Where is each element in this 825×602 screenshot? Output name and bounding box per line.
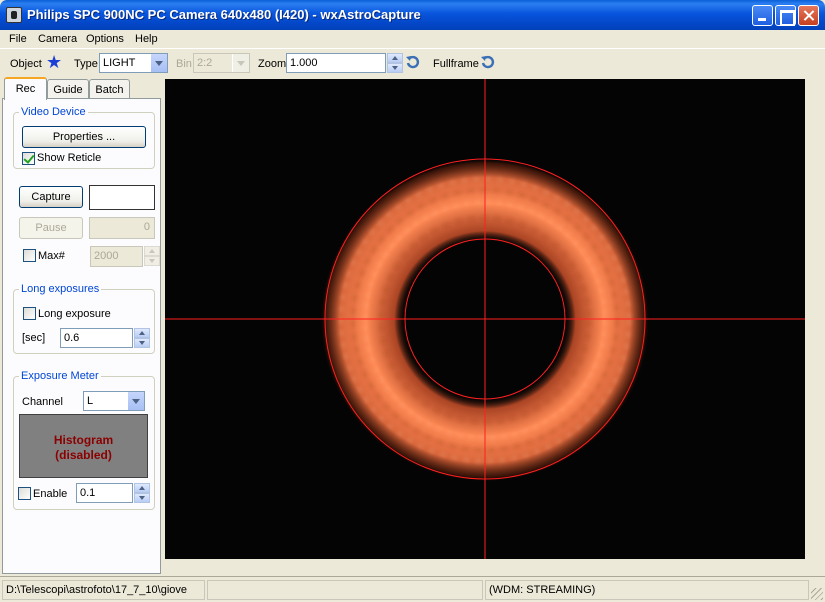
sec-spinner[interactable] xyxy=(134,328,150,348)
long-exposure-checkbox[interactable] xyxy=(23,307,36,320)
max-input[interactable]: 2000 xyxy=(90,246,143,267)
enable-spinner[interactable] xyxy=(134,483,150,503)
long-exposure-label: Long exposure xyxy=(38,308,111,320)
chevron-down-icon[interactable] xyxy=(232,54,249,72)
fullframe-label: Fullframe xyxy=(433,58,479,70)
sec-input[interactable]: 0.6 xyxy=(60,328,133,348)
bin-label: Bin xyxy=(176,58,192,70)
tab-guide[interactable]: Guide xyxy=(47,79,89,99)
bin-select[interactable]: 2:2 xyxy=(193,53,250,73)
right-margin xyxy=(805,79,821,575)
max-spinner[interactable] xyxy=(144,246,160,266)
camera-app-icon[interactable] xyxy=(6,7,22,23)
app-window: Philips SPC 900NC PC Camera 640x480 (I42… xyxy=(0,0,825,602)
chevron-down-icon[interactable] xyxy=(150,54,167,72)
menu-options[interactable]: Options xyxy=(86,33,124,45)
type-label: Type xyxy=(74,58,98,70)
resize-grip-icon[interactable] xyxy=(811,588,823,600)
exposure-meter-title: Exposure Meter xyxy=(19,370,101,382)
type-select[interactable]: LIGHT xyxy=(99,53,168,73)
show-reticle-label: Show Reticle xyxy=(37,152,102,164)
window-title: Philips SPC 900NC PC Camera 640x480 (I42… xyxy=(27,7,421,22)
spin-up-icon[interactable] xyxy=(134,483,150,493)
spin-up-icon[interactable] xyxy=(387,53,403,63)
status-path: D:\Telescopi\astrofoto\17_7_10\giove xyxy=(2,580,205,600)
channel-select-value: L xyxy=(87,395,94,407)
title-bar[interactable]: Philips SPC 900NC PC Camera 640x480 (I42… xyxy=(0,0,825,30)
zoom-reset-icon[interactable] xyxy=(405,54,421,70)
camera-view[interactable] xyxy=(165,79,805,559)
histogram-status: (disabled) xyxy=(55,448,112,462)
capture-button[interactable]: Capture xyxy=(19,186,83,208)
minimize-button[interactable] xyxy=(752,5,773,26)
star-icon[interactable]: ★ xyxy=(46,53,62,71)
type-select-value: LIGHT xyxy=(103,57,136,69)
spin-up-icon[interactable] xyxy=(134,328,150,338)
bin-select-value: 2:2 xyxy=(197,57,213,69)
max-label: Max# xyxy=(38,250,65,262)
histogram-panel: Histogram (disabled) xyxy=(19,414,148,478)
menu-camera[interactable]: Camera xyxy=(38,33,77,45)
spin-down-icon[interactable] xyxy=(134,338,150,348)
enable-input[interactable]: 0.1 xyxy=(76,483,133,503)
capture-field[interactable] xyxy=(89,185,155,210)
spin-up-icon[interactable] xyxy=(144,246,160,256)
max-checkbox[interactable] xyxy=(23,249,36,262)
chevron-down-icon[interactable] xyxy=(127,392,144,410)
channel-label: Channel xyxy=(22,396,63,408)
fullframe-reset-icon[interactable] xyxy=(480,54,496,70)
menu-file[interactable]: File xyxy=(9,33,27,45)
enable-label: Enable xyxy=(33,488,68,500)
status-stream: (WDM: STREAMING) xyxy=(485,580,809,600)
pause-count-field: 0 xyxy=(89,217,155,239)
status-bar: D:\Telescopi\astrofoto\17_7_10\giove (WD… xyxy=(0,576,825,602)
maximize-button[interactable] xyxy=(775,5,796,26)
close-button[interactable] xyxy=(798,5,819,26)
properties-button[interactable]: Properties ... xyxy=(22,126,146,148)
tab-batch[interactable]: Batch xyxy=(89,79,130,99)
channel-select[interactable]: L xyxy=(83,391,145,411)
video-device-title: Video Device xyxy=(19,106,88,118)
object-label: Object xyxy=(10,58,42,70)
tab-rec[interactable]: Rec xyxy=(4,77,47,100)
histogram-title: Histogram xyxy=(53,433,114,447)
enable-checkbox[interactable] xyxy=(18,487,31,500)
zoom-spinner[interactable] xyxy=(387,53,403,73)
show-reticle-checkbox[interactable] xyxy=(22,152,35,165)
status-middle xyxy=(207,580,483,600)
zoom-label: Zoom xyxy=(258,58,287,70)
spin-down-icon[interactable] xyxy=(144,256,160,266)
menu-help[interactable]: Help xyxy=(135,33,158,45)
long-exposures-title: Long exposures xyxy=(19,283,102,295)
zoom-input[interactable]: 1.000 xyxy=(286,53,386,73)
sec-label: [sec] xyxy=(22,332,46,344)
spin-down-icon[interactable] xyxy=(134,493,150,503)
spin-down-icon[interactable] xyxy=(387,63,403,73)
pause-button[interactable]: Pause xyxy=(19,217,83,239)
camera-frame xyxy=(165,79,805,559)
menu-bar: File Camera Options Help xyxy=(0,30,825,49)
